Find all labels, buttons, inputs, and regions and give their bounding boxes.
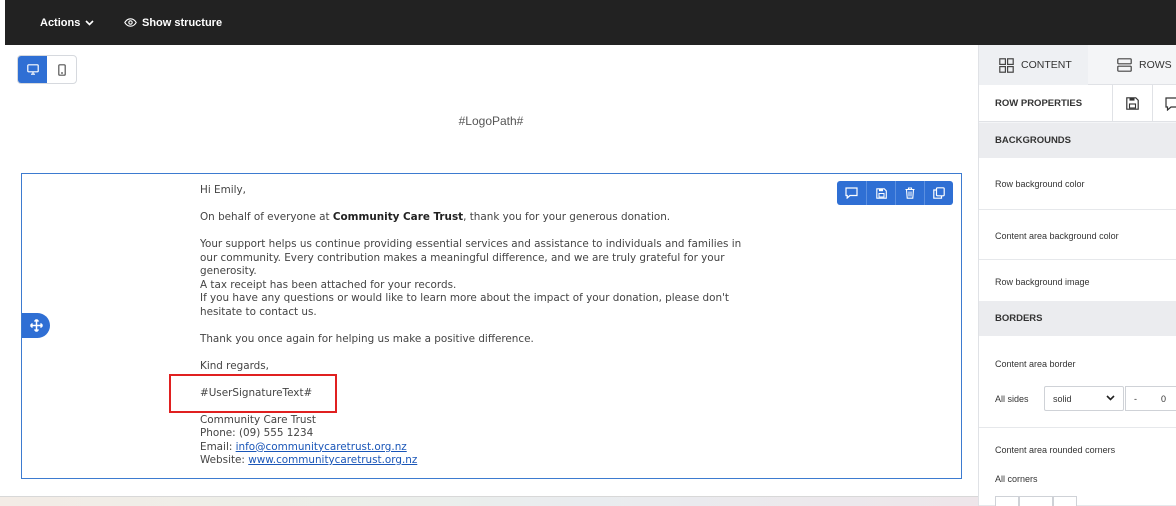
thanks-line: Thank you once again for helping us make…	[200, 332, 534, 345]
row-background-color-property[interactable]: Row background color	[979, 158, 1176, 210]
comment-icon	[845, 187, 858, 199]
footer-email: Email: info@communitycaretrust.org.nz	[200, 440, 407, 453]
support-line-3: generosity.	[200, 265, 257, 277]
panel-tabs: CONTENT ROWS	[979, 45, 1176, 85]
org-name: Community Care Trust	[332, 211, 464, 223]
desktop-icon	[26, 64, 39, 75]
row-delete-button[interactable]	[895, 181, 924, 205]
email-body[interactable]: Hi Emily, On behalf of everyone at Commu…	[200, 184, 800, 468]
border-width-stepper[interactable]: - 0	[1125, 386, 1176, 411]
comment-row-button[interactable]	[1152, 85, 1176, 122]
tab-content[interactable]: CONTENT	[979, 45, 1088, 85]
borders-heading: BORDERS	[979, 301, 1176, 336]
rounded-corners-property: Content area rounded corners All corners	[979, 428, 1176, 506]
corner-decrement[interactable]	[995, 496, 1019, 506]
show-structure-toggle[interactable]: Show structure	[124, 0, 222, 45]
trash-icon	[905, 187, 915, 199]
footer-org: Community Care Trust	[200, 413, 316, 426]
top-toolbar: Actions Show structure	[5, 0, 1176, 45]
content-border-label: Content area border	[995, 359, 1076, 369]
bottom-strip	[0, 496, 978, 506]
all-sides-label: All sides	[995, 394, 1029, 404]
mobile-icon	[57, 63, 66, 76]
row-background-image-label: Row background image	[995, 277, 1090, 287]
copy-icon	[933, 187, 945, 199]
contact-line-2: hesitate to contact us.	[200, 305, 317, 318]
footer-website: Website: www.communitycaretrust.org.nz	[200, 454, 418, 466]
border-style-value: solid	[1053, 393, 1072, 404]
row-move-handle[interactable]	[22, 313, 50, 338]
row-properties-header: ROW PROPERTIES	[979, 85, 1176, 122]
comment-icon	[1165, 96, 1176, 111]
chevron-down-icon	[1106, 395, 1115, 401]
contact-line-1: If you have any questions or would like …	[200, 292, 729, 304]
email-link[interactable]: info@communitycaretrust.org.nz	[236, 441, 407, 453]
content-background-color-property[interactable]: Content area background color	[979, 210, 1176, 260]
row-background-color-label: Row background color	[995, 179, 1085, 189]
actions-menu[interactable]: Actions	[40, 0, 94, 45]
row-save-button[interactable]	[866, 181, 895, 205]
grid-icon	[999, 57, 1014, 73]
corner-value-field[interactable]	[1019, 496, 1053, 506]
row-toolbar	[837, 181, 953, 205]
closing-line: Kind regards,	[200, 359, 269, 372]
border-style-select[interactable]: solid	[1044, 386, 1124, 411]
backgrounds-heading: BACKGROUNDS	[979, 123, 1176, 158]
desktop-view-button[interactable]	[18, 56, 47, 83]
email-editor: Actions Show structure #LogoPath# Hi Emi…	[0, 0, 1176, 506]
corner-increment[interactable]	[1053, 496, 1077, 506]
chevron-down-icon	[85, 19, 94, 26]
actions-label: Actions	[40, 16, 81, 29]
eye-icon	[124, 18, 137, 27]
content-border-property: Content area border All sides solid - 0	[979, 336, 1176, 428]
signature-highlight-box	[169, 374, 337, 413]
row-comment-button[interactable]	[837, 181, 866, 205]
tab-content-label: CONTENT	[1021, 59, 1072, 71]
footer-phone: Phone: (09) 555 1234	[200, 427, 314, 439]
content-background-color-label: Content area background color	[995, 231, 1119, 241]
tab-rows-label: ROWS	[1139, 59, 1172, 71]
save-icon	[1126, 97, 1139, 110]
receipt-line: A tax receipt has been attached for your…	[200, 278, 457, 291]
rounded-corners-label: Content area rounded corners	[995, 445, 1116, 455]
website-link[interactable]: www.communitycaretrust.org.nz	[248, 454, 417, 466]
properties-panel: CONTENT ROWS ROW PROPERTIES BACKGROUNDS …	[978, 45, 1176, 506]
tab-rows[interactable]: ROWS	[1088, 45, 1176, 85]
save-row-button[interactable]	[1112, 85, 1152, 122]
border-width-decrement[interactable]: -	[1126, 394, 1150, 404]
mobile-view-button[interactable]	[47, 56, 76, 83]
all-corners-label: All corners	[995, 474, 1038, 484]
show-structure-label: Show structure	[142, 16, 223, 29]
device-switch	[17, 55, 77, 84]
logo-placeholder[interactable]: #LogoPath#	[380, 114, 602, 128]
greeting: Hi Emily,	[200, 184, 246, 196]
move-icon	[29, 319, 43, 332]
rows-icon	[1117, 58, 1132, 72]
support-line-1: Your support helps us continue providing…	[200, 238, 742, 250]
row-duplicate-button[interactable]	[924, 181, 953, 205]
support-line-2: our community. Every contribution makes …	[200, 251, 725, 264]
save-icon	[875, 187, 887, 199]
row-properties-title: ROW PROPERTIES	[995, 98, 1083, 109]
row-background-image-property[interactable]: Row background image	[979, 260, 1176, 302]
intro-paragraph: On behalf of everyone at Community Care …	[200, 211, 671, 223]
border-width-value: 0	[1161, 393, 1167, 404]
